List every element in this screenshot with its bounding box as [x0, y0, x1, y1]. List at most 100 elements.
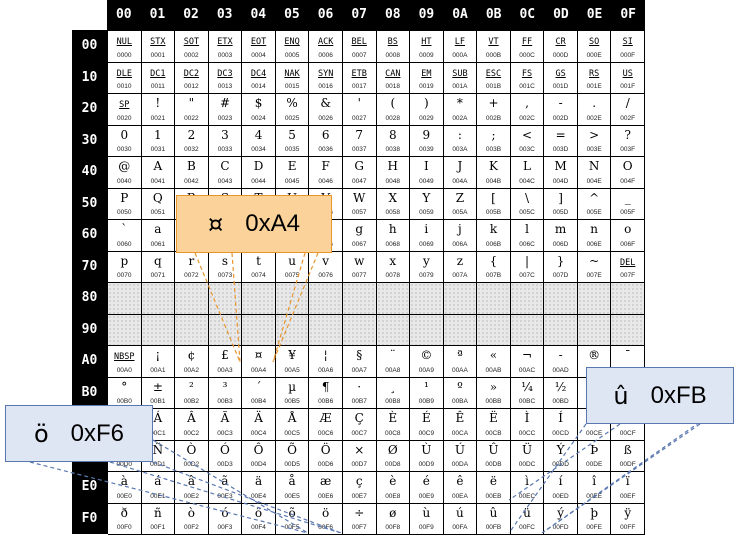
cell-codepoint: 006B	[477, 241, 510, 249]
code-cell: ò00F2	[175, 504, 209, 535]
cell-codepoint: 0060	[108, 241, 141, 249]
code-cell: ´00B4	[242, 378, 276, 410]
cell-codepoint: 0072	[175, 272, 208, 280]
cell-glyph: û	[477, 506, 510, 520]
code-cell: j006A	[444, 220, 478, 252]
cell-glyph: Z	[444, 191, 477, 205]
callout-u-circumflex: û 0xFB	[586, 367, 734, 424]
column-header: 0D	[544, 0, 578, 30]
code-cell: -00AD	[544, 346, 578, 378]
cell-codepoint: 003D	[544, 146, 577, 154]
code-cell: ;003B	[477, 126, 511, 158]
cell-glyph: ½	[544, 380, 577, 394]
unassigned-cell	[578, 315, 612, 347]
cell-glyph: D	[242, 159, 275, 173]
cell-glyph: ;	[477, 128, 510, 142]
cell-codepoint: 002B	[477, 115, 510, 123]
cell-glyph: <	[511, 128, 544, 142]
code-cell: M004D	[544, 157, 578, 189]
code-cell: Y0059	[410, 189, 444, 221]
cell-codepoint: 0018	[377, 83, 410, 91]
cell-codepoint: 0006	[309, 52, 342, 60]
cell-glyph: ü	[511, 506, 544, 520]
code-cell: k006B	[477, 220, 511, 252]
cell-glyph: BS	[377, 35, 410, 49]
cell-codepoint: 00F9	[410, 524, 443, 532]
code-cell: u0075	[276, 252, 310, 284]
code-cell: EM0019	[410, 63, 444, 95]
cell-codepoint: 00A0	[108, 367, 141, 375]
code-cell: {007B	[477, 252, 511, 284]
cell-codepoint: 00BB	[477, 398, 510, 406]
code-cell: ESC001B	[477, 63, 511, 95]
cell-glyph: ACK	[309, 35, 342, 49]
cell-codepoint: 00EA	[444, 493, 477, 501]
unassigned-cell	[242, 283, 276, 315]
code-cell: ¸00B8	[377, 378, 411, 410]
cell-codepoint: 0047	[343, 178, 376, 186]
code-cell: &0026	[309, 94, 343, 126]
code-cell: SO000E	[578, 31, 612, 63]
cell-codepoint: 00C6	[309, 430, 342, 438]
cell-codepoint: 0032	[175, 146, 208, 154]
cell-glyph: ð	[108, 506, 141, 520]
row-header: F0	[72, 503, 107, 535]
cell-glyph: NUL	[108, 35, 141, 49]
code-cell: E0045	[276, 157, 310, 189]
cell-codepoint: 005C	[511, 209, 544, 217]
column-header-row: 000102030405060708090A0B0C0D0E0F	[107, 0, 645, 30]
cell-codepoint: 00D5	[276, 461, 309, 469]
callout-code: 0xFB	[651, 382, 707, 410]
cell-codepoint: 000F	[611, 52, 644, 60]
cell-codepoint: 0014	[242, 83, 275, 91]
cell-glyph: 7	[343, 128, 376, 142]
cell-codepoint: 00CD	[544, 430, 577, 438]
cell-codepoint: 00EB	[477, 493, 510, 501]
cell-glyph: W	[343, 191, 376, 205]
cell-glyph: DC4	[242, 67, 275, 81]
code-cell: ¡00A1	[142, 346, 176, 378]
code-cell: ö00F6	[309, 504, 343, 535]
cell-glyph: 1	[142, 128, 175, 142]
code-cell: Ý00DD	[544, 441, 578, 473]
cell-codepoint: 0069	[410, 241, 443, 249]
cell-codepoint: 00CF	[611, 430, 644, 438]
cell-glyph: v	[309, 254, 342, 268]
code-cell: G0047	[343, 157, 377, 189]
cell-glyph: Ö	[309, 443, 342, 457]
code-cell: ¼00BC	[511, 378, 545, 410]
code-cell: 60036	[309, 126, 343, 158]
code-cell: â00E2	[175, 472, 209, 504]
cell-codepoint: 004E	[578, 178, 611, 186]
cell-codepoint: 00D7	[343, 461, 376, 469]
cell-codepoint: 00DA	[444, 461, 477, 469]
code-cell: é00E9	[410, 472, 444, 504]
cell-glyph: í	[544, 474, 577, 488]
cell-codepoint: 00C2	[175, 430, 208, 438]
cell-glyph: RS	[578, 67, 611, 81]
cell-glyph: «	[477, 348, 510, 362]
cell-glyph: SO	[578, 35, 611, 49]
cell-glyph: ¯	[611, 348, 644, 362]
cell-codepoint: 006D	[544, 241, 577, 249]
cell-codepoint: 00B5	[276, 398, 309, 406]
code-cell: ô00F4	[242, 504, 276, 535]
code-cell: ¹00B9	[410, 378, 444, 410]
cell-codepoint: 002C	[511, 115, 544, 123]
cell-glyph: ESC	[477, 67, 510, 81]
column-header: 02	[174, 0, 208, 30]
row-header: E0	[72, 471, 107, 503]
cell-codepoint: 004C	[511, 178, 544, 186]
unassigned-cell	[276, 283, 310, 315]
cell-codepoint: 00D9	[410, 461, 443, 469]
cell-codepoint: 00F5	[276, 524, 309, 532]
code-cell: I0049	[410, 157, 444, 189]
cell-codepoint: 00B8	[377, 398, 410, 406]
cell-glyph: Õ	[276, 443, 309, 457]
cell-glyph: ë	[477, 474, 510, 488]
row-header: 30	[72, 125, 107, 157]
cell-codepoint: 0073	[209, 272, 242, 280]
cell-glyph: 4	[242, 128, 275, 142]
unassigned-cell	[142, 315, 176, 347]
code-cell: n006E	[578, 220, 612, 252]
